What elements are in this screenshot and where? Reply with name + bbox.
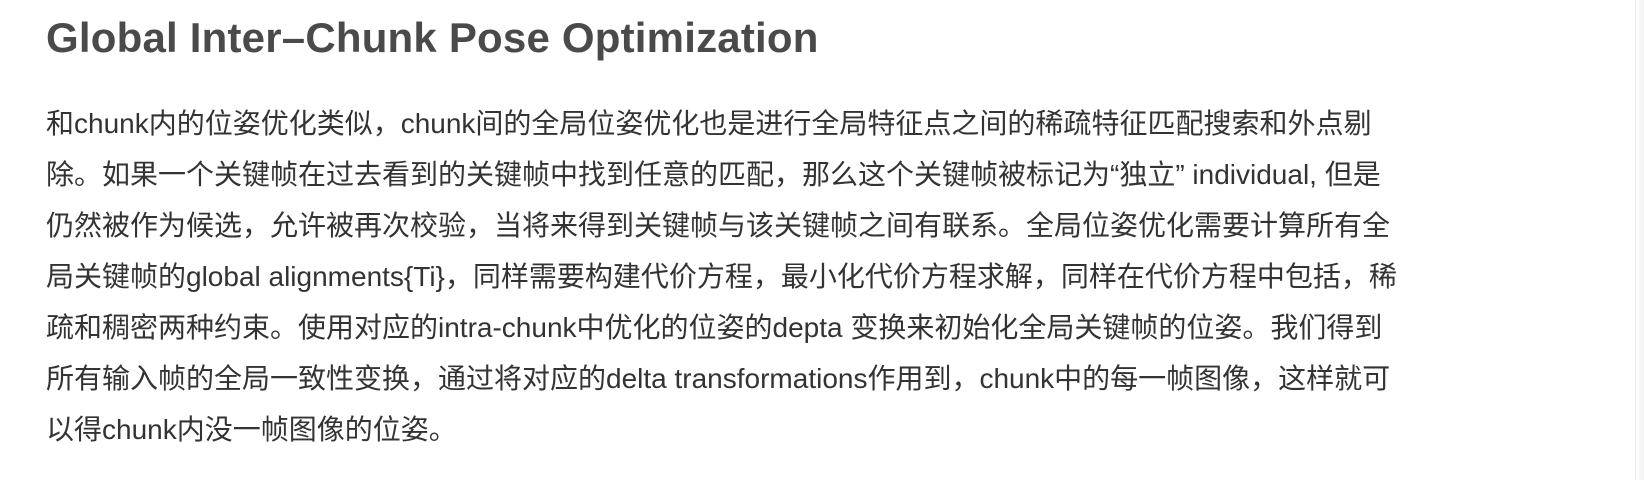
paragraph-line: 除。如果一个关键帧在过去看到的关键帧中找到任意的匹配，那么这个关键帧被标记为“独… [46, 159, 1381, 190]
scrollbar-track[interactable] [1635, 0, 1644, 480]
document-page: Global Inter–Chunk Pose Optimization 和ch… [0, 0, 1600, 480]
section-heading: Global Inter–Chunk Pose Optimization [46, 14, 819, 61]
paragraph-line: 局关键帧的global alignments{Ti}，同样需要构建代价方程，最小… [46, 261, 1397, 292]
paragraph-line: 仍然被作为候选，允许被再次校验，当将来得到关键帧与该关键帧之间有联系。全局位姿优… [46, 210, 1391, 241]
body-paragraph: 和chunk内的位姿优化类似，chunk间的全局位姿优化也是进行全局特征点之间的… [46, 98, 1596, 455]
paragraph-line: 所有输入帧的全局一致性变换，通过将对应的delta transformation… [46, 363, 1391, 394]
paragraph-line: 以得chunk内没一帧图像的位姿。 [46, 414, 457, 445]
paragraph-line: 疏和稠密两种约束。使用对应的intra-chunk中优化的位姿的depta 变换… [46, 312, 1383, 343]
paragraph-line: 和chunk内的位姿优化类似，chunk间的全局位姿优化也是进行全局特征点之间的… [46, 108, 1372, 139]
